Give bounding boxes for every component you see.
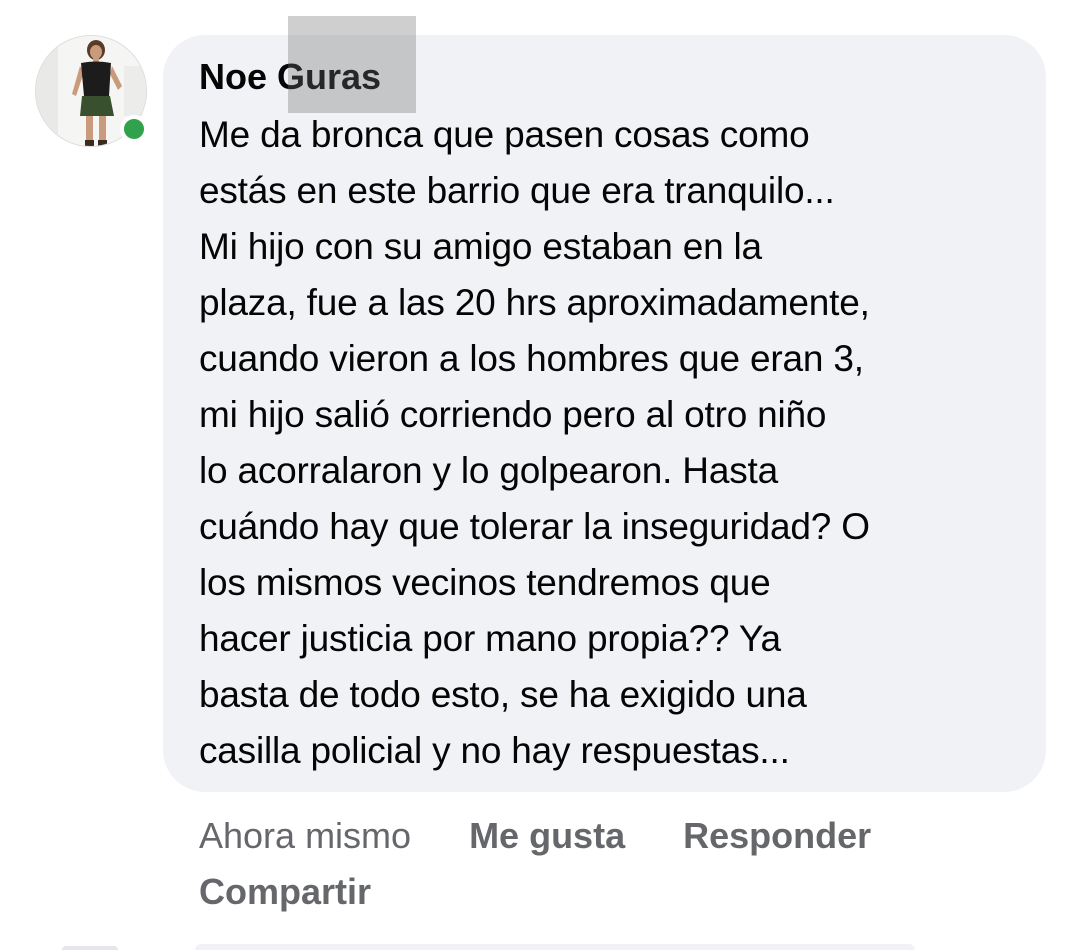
comment-text: Me da bronca que pasen cosas como estás …: [199, 107, 1016, 779]
comment-line: hacer justicia por mano propia?? Ya: [199, 618, 781, 659]
next-comment-avatar: [62, 946, 118, 950]
text-selection-highlight: [288, 16, 416, 113]
comment-line: lo acorralaron y lo golpearon. Hasta: [199, 450, 778, 491]
comment-line: cuando vieron a los hombres que eran 3,: [199, 338, 864, 379]
comment-timestamp[interactable]: Ahora mismo: [199, 808, 411, 864]
like-button[interactable]: Me gusta: [469, 808, 625, 864]
share-button[interactable]: Compartir: [199, 864, 371, 920]
comment-actions-row-2: Compartir: [199, 864, 999, 920]
comment-thread: Noe Guras Me da bronca que pasen cosas c…: [0, 0, 1080, 950]
avatar-container[interactable]: [35, 35, 148, 147]
reply-button[interactable]: Responder: [683, 808, 871, 864]
comment-line: casilla policial y no hay respuestas...: [199, 730, 790, 771]
comment-line: estás en este barrio que era tranquilo..…: [199, 170, 835, 211]
comment-line: basta de todo esto, se ha exigido una: [199, 674, 807, 715]
comment-line: plaza, fue a las 20 hrs aproximadamente,: [199, 282, 870, 323]
comment-bubble: Noe Guras Me da bronca que pasen cosas c…: [163, 35, 1046, 792]
comment-line: mi hijo salió corriendo pero al otro niñ…: [199, 394, 827, 435]
comment-line: cuándo hay que tolerar la inseguridad? O: [199, 506, 870, 547]
online-status-icon: [120, 115, 148, 143]
comment-line: los mismos vecinos tendremos que: [199, 562, 771, 603]
comment-actions-row: Ahora mismo Me gusta Responder: [199, 808, 999, 864]
comment-line: Me da bronca que pasen cosas como: [199, 114, 810, 155]
comment-line: Mi hijo con su amigo estaban en la: [199, 226, 762, 267]
next-comment-bubble-edge: [195, 944, 915, 950]
comment-actions: Ahora mismo Me gusta Responder Compartir: [199, 808, 999, 920]
